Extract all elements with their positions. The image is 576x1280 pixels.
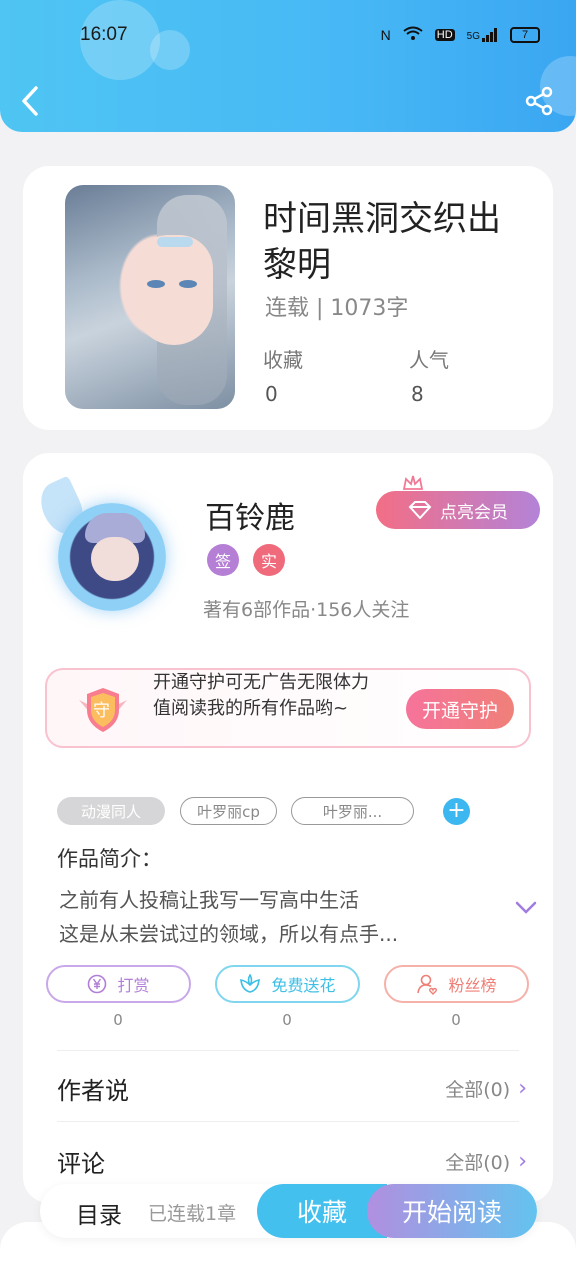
add-tag-button[interactable]: +: [443, 798, 470, 825]
nfc-icon: N: [380, 26, 391, 43]
guard-banner: 守 开通守护可无广告无限体力值阅读我的所有作品哟~ 开通守护: [45, 668, 531, 748]
reward-button[interactable]: 打赏: [46, 965, 191, 1003]
tag[interactable]: 叶罗丽...: [291, 797, 414, 825]
stat-value-popularity: 8: [411, 382, 424, 406]
fan-user-icon: [417, 974, 438, 995]
hd-icon: HD: [434, 28, 455, 41]
signal-icon: 5G: [466, 27, 498, 42]
stat-label-favorites: 收藏: [263, 348, 303, 372]
flower-count: 0: [282, 1011, 292, 1029]
yen-coin-icon: [88, 974, 107, 994]
author-says-count: 全部(0): [445, 1079, 511, 1101]
fan-ranking-button[interactable]: 粉丝榜: [384, 965, 529, 1003]
cover-art: [147, 280, 165, 288]
signed-badge: 签: [207, 544, 239, 576]
fan-ranking-label: 粉丝榜: [448, 976, 497, 995]
chevron-left-icon: [22, 86, 38, 116]
open-guard-button[interactable]: 开通守护: [406, 689, 514, 729]
divider: [57, 1050, 519, 1051]
author-name: 百铃鹿: [205, 501, 295, 536]
send-flower-label: 免费送花: [271, 976, 336, 995]
network-type: 5G: [466, 30, 480, 42]
stat-value-favorites: 0: [265, 382, 278, 406]
comments-all-link[interactable]: 全部(0) ›: [445, 1148, 527, 1175]
author-says-all-link[interactable]: 全部(0) ›: [445, 1075, 527, 1102]
toc-status: 已连载1章: [148, 1203, 237, 1225]
author-card: 百铃鹿 点亮会员 签 实 著有6部作品·156人关注 守 开通守护可无广告无限体…: [23, 453, 553, 1203]
back-button[interactable]: [18, 84, 48, 118]
diamond-icon: [408, 501, 432, 519]
intro-title: 作品简介：: [57, 847, 162, 871]
cover-art: [179, 280, 197, 288]
vip-label: 点亮会员: [440, 502, 508, 523]
verified-badge: 实: [253, 544, 285, 576]
plus-icon: +: [447, 798, 466, 823]
avatar-art: [91, 537, 139, 581]
chevron-down-icon[interactable]: [515, 901, 537, 915]
start-reading-button[interactable]: 开始阅读: [367, 1184, 537, 1238]
share-icon: [525, 86, 553, 116]
intro-text: 之前有人投稿让我写一写高中生活 这是从未尝试过的领域，所以有点手...: [59, 888, 399, 946]
flower-icon: [240, 974, 261, 993]
reward-label: 打赏: [117, 976, 150, 995]
header: 16:07 N HD 5G 7: [0, 0, 576, 132]
author-says-title: 作者说: [57, 1077, 129, 1105]
comments-count: 全部(0): [445, 1152, 511, 1174]
cover-art: [135, 235, 213, 345]
bottom-action-bar: 目录 已连载1章 收藏 开始阅读: [40, 1184, 537, 1238]
chevron-right-icon: ›: [518, 1076, 527, 1101]
reward-count: 0: [113, 1011, 123, 1029]
share-button[interactable]: [524, 86, 554, 116]
crown-icon: [403, 475, 423, 490]
decor-bubble: [150, 30, 190, 70]
book-title: 时间黑洞交织出黎明: [263, 199, 501, 285]
guard-icon-text: 守: [93, 701, 110, 721]
book-info-card: 时间黑洞交织出黎明 连载 | 1073字 收藏 0 人气 8: [23, 166, 553, 430]
tag[interactable]: 动漫同人: [57, 797, 165, 825]
send-flower-button[interactable]: 免费送花: [215, 965, 360, 1003]
chevron-right-icon: ›: [518, 1149, 527, 1174]
tag[interactable]: 叶罗丽cp: [180, 797, 277, 825]
status-time: 16:07: [80, 24, 128, 45]
guard-text: 开通守护可无广告无限体力值阅读我的所有作品哟~: [153, 672, 369, 719]
fan-count: 0: [451, 1011, 461, 1029]
toc-button[interactable]: 目录: [76, 1196, 122, 1230]
battery-icon: 7: [510, 26, 540, 43]
vip-button[interactable]: 点亮会员: [376, 491, 540, 529]
stat-label-popularity: 人气: [409, 348, 449, 372]
divider: [57, 1121, 519, 1122]
cover-art: [157, 237, 193, 247]
status-icons: N HD 5G 7: [381, 26, 540, 43]
book-cover[interactable]: [65, 185, 235, 409]
book-status: 连载 | 1073字: [265, 296, 409, 321]
wifi-icon: [403, 26, 423, 43]
comments-title: 评论: [57, 1150, 105, 1178]
author-meta: 著有6部作品·156人关注: [203, 599, 410, 621]
